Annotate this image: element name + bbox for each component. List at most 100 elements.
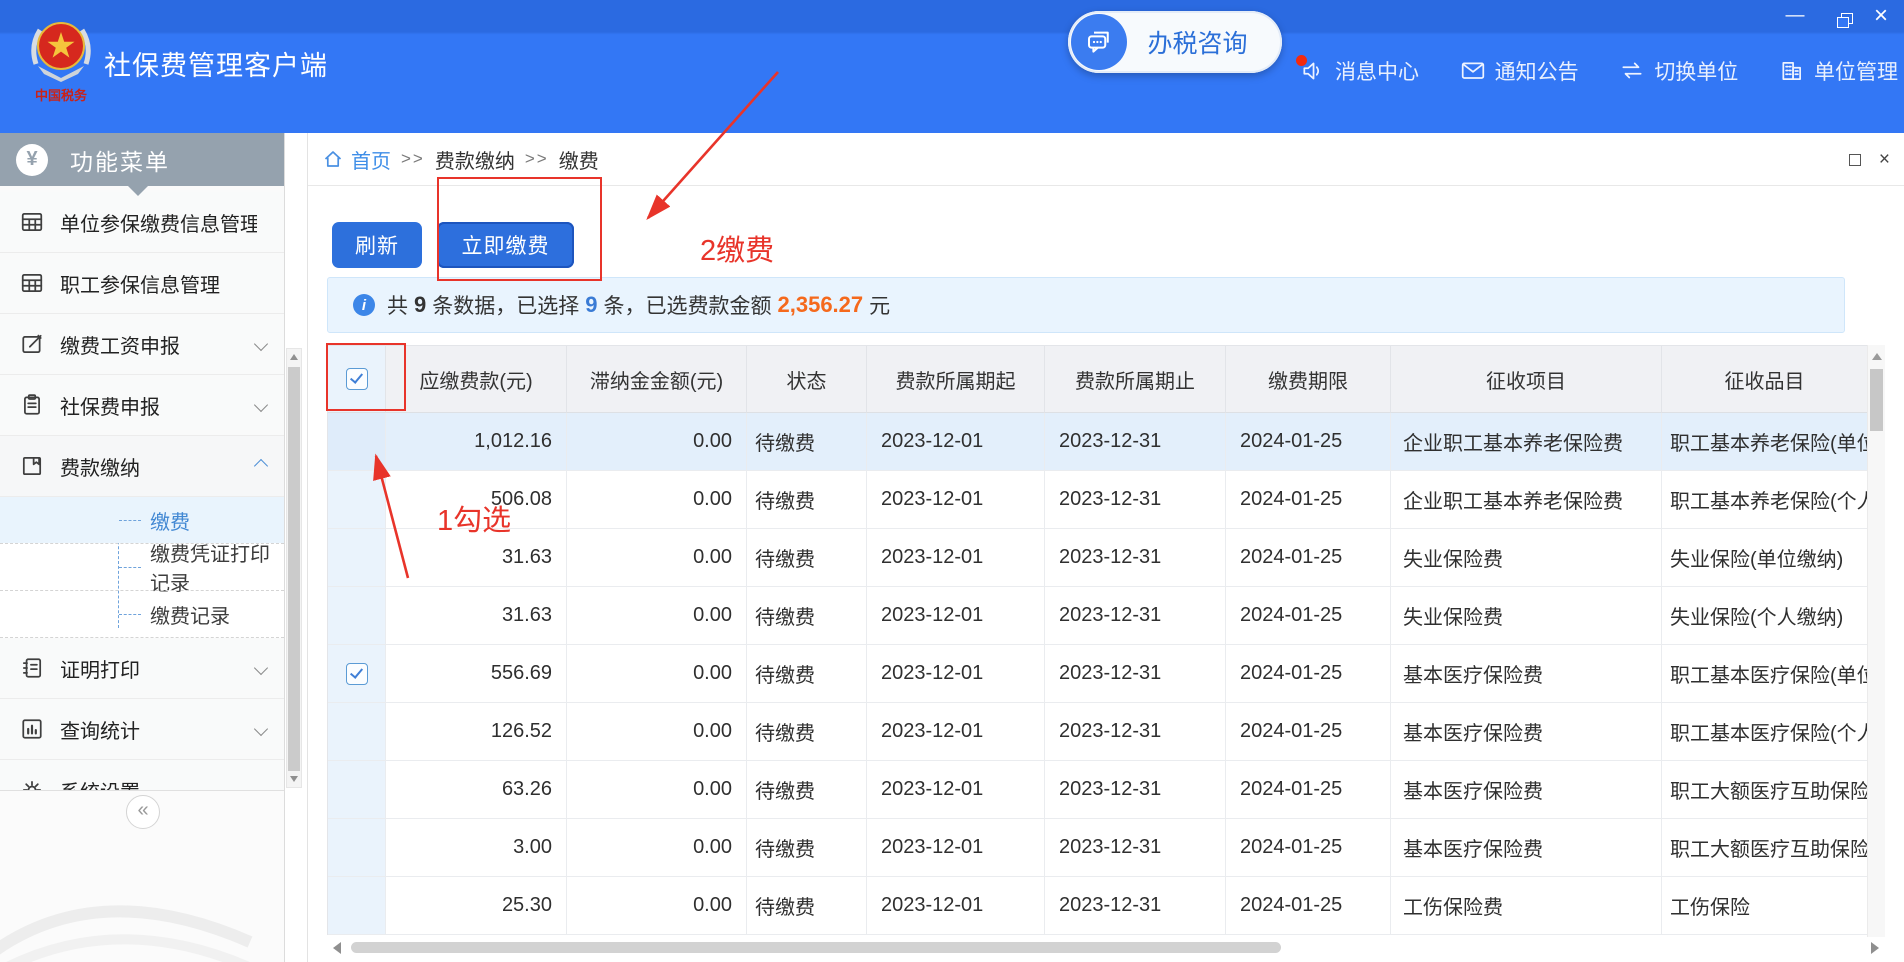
panel-controls: × bbox=[1849, 133, 1890, 186]
payment-table: 应缴费款(元)滞纳金金额(元)状态费款所属期起费款所属期止缴费期限征收项目征收品… bbox=[327, 345, 1868, 935]
sidebar-item-certificate-print[interactable]: 证明打印 bbox=[0, 638, 284, 699]
row-select-cell[interactable] bbox=[328, 587, 386, 645]
selected-count: 9 bbox=[585, 292, 597, 318]
row-checkbox[interactable] bbox=[346, 663, 368, 685]
cell-levy-sub-item: 失业保险(个人缴纳) bbox=[1662, 587, 1868, 645]
breadcrumb: 首页 >> 费款缴纳 >> 缴费 × bbox=[308, 133, 1904, 186]
row-select-cell[interactable] bbox=[328, 413, 386, 471]
cell-amount: 31.63 bbox=[386, 587, 567, 645]
grid-icon bbox=[20, 271, 44, 295]
scrollbar-thumb[interactable] bbox=[288, 367, 300, 771]
sidebar-item-wage-declare[interactable]: 缴费工资申报 bbox=[0, 314, 284, 375]
table-row[interactable]: 1,012.16 0.00 待缴费 2023-12-01 2023-12-31 … bbox=[328, 413, 1868, 471]
scrollbar-thumb[interactable] bbox=[1870, 369, 1883, 431]
sidebar-item-query-statistics[interactable]: 查询统计 bbox=[0, 699, 284, 760]
home-icon bbox=[323, 149, 343, 169]
select-all-checkbox[interactable] bbox=[346, 368, 368, 390]
cell-levy-item: 基本医疗保险费 bbox=[1391, 645, 1662, 703]
panel-restore-icon[interactable] bbox=[1849, 154, 1861, 166]
minimize-button[interactable]: — bbox=[1784, 6, 1806, 26]
tax-consult-button[interactable]: 办税咨询 bbox=[1068, 11, 1282, 73]
sidebar-title: 功能菜单 bbox=[70, 143, 170, 177]
breadcrumb-level1[interactable]: 费款缴纳 bbox=[435, 145, 515, 174]
cell-period-end: 2023-12-31 bbox=[1045, 819, 1226, 877]
yen-coin-icon: ¥ bbox=[16, 144, 48, 176]
row-select-cell[interactable] bbox=[328, 761, 386, 819]
table-row[interactable]: 126.52 0.00 待缴费 2023-12-01 2023-12-31 20… bbox=[328, 703, 1868, 761]
table-horizontal-scrollbar[interactable] bbox=[327, 938, 1885, 958]
pay-now-button[interactable]: 立即缴费 bbox=[437, 222, 574, 268]
sidebar-subitem-payment-records[interactable]: 缴费记录 bbox=[0, 590, 284, 638]
menu-notice[interactable]: 通知公告 bbox=[1460, 56, 1579, 86]
sidebar: ¥ 功能菜单 单位参保缴费信息管理 职工参保信息管理 缴费工资申报 bbox=[0, 133, 285, 962]
table-vertical-scrollbar[interactable] bbox=[1867, 345, 1885, 937]
scroll-right-icon[interactable] bbox=[1871, 942, 1879, 954]
selection-summary-bar: i 共 9 条数据，已选择 9 条，已选费款金额 2,356.27 元 bbox=[327, 277, 1845, 333]
table-row[interactable]: 31.63 0.00 待缴费 2023-12-01 2023-12-31 202… bbox=[328, 529, 1868, 587]
cell-status: 待缴费 bbox=[747, 819, 867, 877]
book-icon bbox=[20, 454, 44, 478]
notification-dot bbox=[1296, 55, 1307, 66]
cell-amount: 25.30 bbox=[386, 877, 567, 935]
row-select-cell[interactable] bbox=[328, 877, 386, 935]
cell-period-end: 2023-12-31 bbox=[1045, 413, 1226, 471]
cell-amount: 506.08 bbox=[386, 471, 567, 529]
sidebar-item-system-settings[interactable]: 系统设置 bbox=[0, 760, 284, 790]
cell-levy-sub-item: 职工大额医疗互助保险 bbox=[1662, 761, 1868, 819]
speaker-icon bbox=[1300, 58, 1326, 84]
sidebar-item-unit-insurance-info[interactable]: 单位参保缴费信息管理 bbox=[0, 192, 284, 253]
row-select-cell[interactable] bbox=[328, 703, 386, 761]
row-select-cell[interactable] bbox=[328, 819, 386, 877]
gear-icon bbox=[20, 778, 44, 790]
cell-status: 待缴费 bbox=[747, 529, 867, 587]
sidebar-item-social-fee-declare[interactable]: 社保费申报 bbox=[0, 375, 284, 436]
table-row[interactable]: 3.00 0.00 待缴费 2023-12-01 2023-12-31 2024… bbox=[328, 819, 1868, 877]
sidebar-subitem-voucher-print-records[interactable]: 缴费凭证打印记录 bbox=[0, 543, 284, 590]
row-select-cell[interactable] bbox=[328, 645, 386, 703]
breadcrumb-level2[interactable]: 缴费 bbox=[559, 145, 599, 174]
chevron-up-icon bbox=[254, 459, 268, 473]
cell-period-end: 2023-12-31 bbox=[1045, 587, 1226, 645]
table-row[interactable]: 63.26 0.00 待缴费 2023-12-01 2023-12-31 202… bbox=[328, 761, 1868, 819]
sidebar-scrollbar[interactable] bbox=[286, 348, 302, 788]
column-header: 费款所属期止 bbox=[1045, 346, 1226, 413]
scroll-down-icon[interactable] bbox=[290, 776, 298, 782]
menu-switch-unit[interactable]: 切换单位 bbox=[1619, 56, 1738, 86]
menu-label: 切换单位 bbox=[1654, 56, 1738, 86]
print-icon bbox=[20, 656, 44, 680]
cell-late-fee: 0.00 bbox=[567, 819, 747, 877]
tax-consult-label: 办税咨询 bbox=[1127, 24, 1282, 60]
panel-close-icon[interactable]: × bbox=[1879, 150, 1890, 169]
scroll-up-icon[interactable] bbox=[1872, 353, 1882, 360]
close-button[interactable]: × bbox=[1870, 6, 1892, 26]
menu-label: 单位管理 bbox=[1814, 56, 1898, 86]
chevron-down-icon bbox=[254, 398, 268, 412]
cell-deadline: 2024-01-25 bbox=[1226, 761, 1391, 819]
row-select-cell[interactable] bbox=[328, 471, 386, 529]
tax-emblem-logo: 中国税务 bbox=[28, 8, 94, 106]
menu-message-center[interactable]: 消息中心 bbox=[1300, 56, 1419, 86]
breadcrumb-home[interactable]: 首页 bbox=[351, 145, 391, 174]
sidebar-subitem-pay[interactable]: 缴费 bbox=[0, 497, 284, 543]
sidebar-item-fee-payment[interactable]: 费款缴纳 bbox=[0, 436, 284, 497]
breadcrumb-separator: >> bbox=[401, 149, 425, 169]
menu-unit-manage[interactable]: 单位管理 bbox=[1779, 56, 1898, 86]
cell-levy-sub-item: 职工基本养老保险(单位 bbox=[1662, 413, 1868, 471]
row-select-cell[interactable] bbox=[328, 529, 386, 587]
scrollbar-thumb[interactable] bbox=[351, 942, 1281, 953]
table-row[interactable]: 556.69 0.00 待缴费 2023-12-01 2023-12-31 20… bbox=[328, 645, 1868, 703]
scroll-up-icon[interactable] bbox=[290, 354, 298, 360]
cell-deadline: 2024-01-25 bbox=[1226, 587, 1391, 645]
sidebar-item-employee-insurance-info[interactable]: 职工参保信息管理 bbox=[0, 253, 284, 314]
cell-amount: 63.26 bbox=[386, 761, 567, 819]
refresh-button[interactable]: 刷新 bbox=[332, 222, 422, 268]
table-row[interactable]: 506.08 0.00 待缴费 2023-12-01 2023-12-31 20… bbox=[328, 471, 1868, 529]
table-row[interactable]: 25.30 0.00 待缴费 2023-12-01 2023-12-31 202… bbox=[328, 877, 1868, 935]
table-row[interactable]: 31.63 0.00 待缴费 2023-12-01 2023-12-31 202… bbox=[328, 587, 1868, 645]
cell-amount: 31.63 bbox=[386, 529, 567, 587]
sidebar-menu: 单位参保缴费信息管理 职工参保信息管理 缴费工资申报 社保费申报 费款缴纳 bbox=[0, 186, 284, 790]
cell-status: 待缴费 bbox=[747, 471, 867, 529]
scroll-left-icon[interactable] bbox=[333, 942, 341, 954]
cell-period-start: 2023-12-01 bbox=[867, 413, 1045, 471]
envelope-icon bbox=[1460, 58, 1486, 84]
